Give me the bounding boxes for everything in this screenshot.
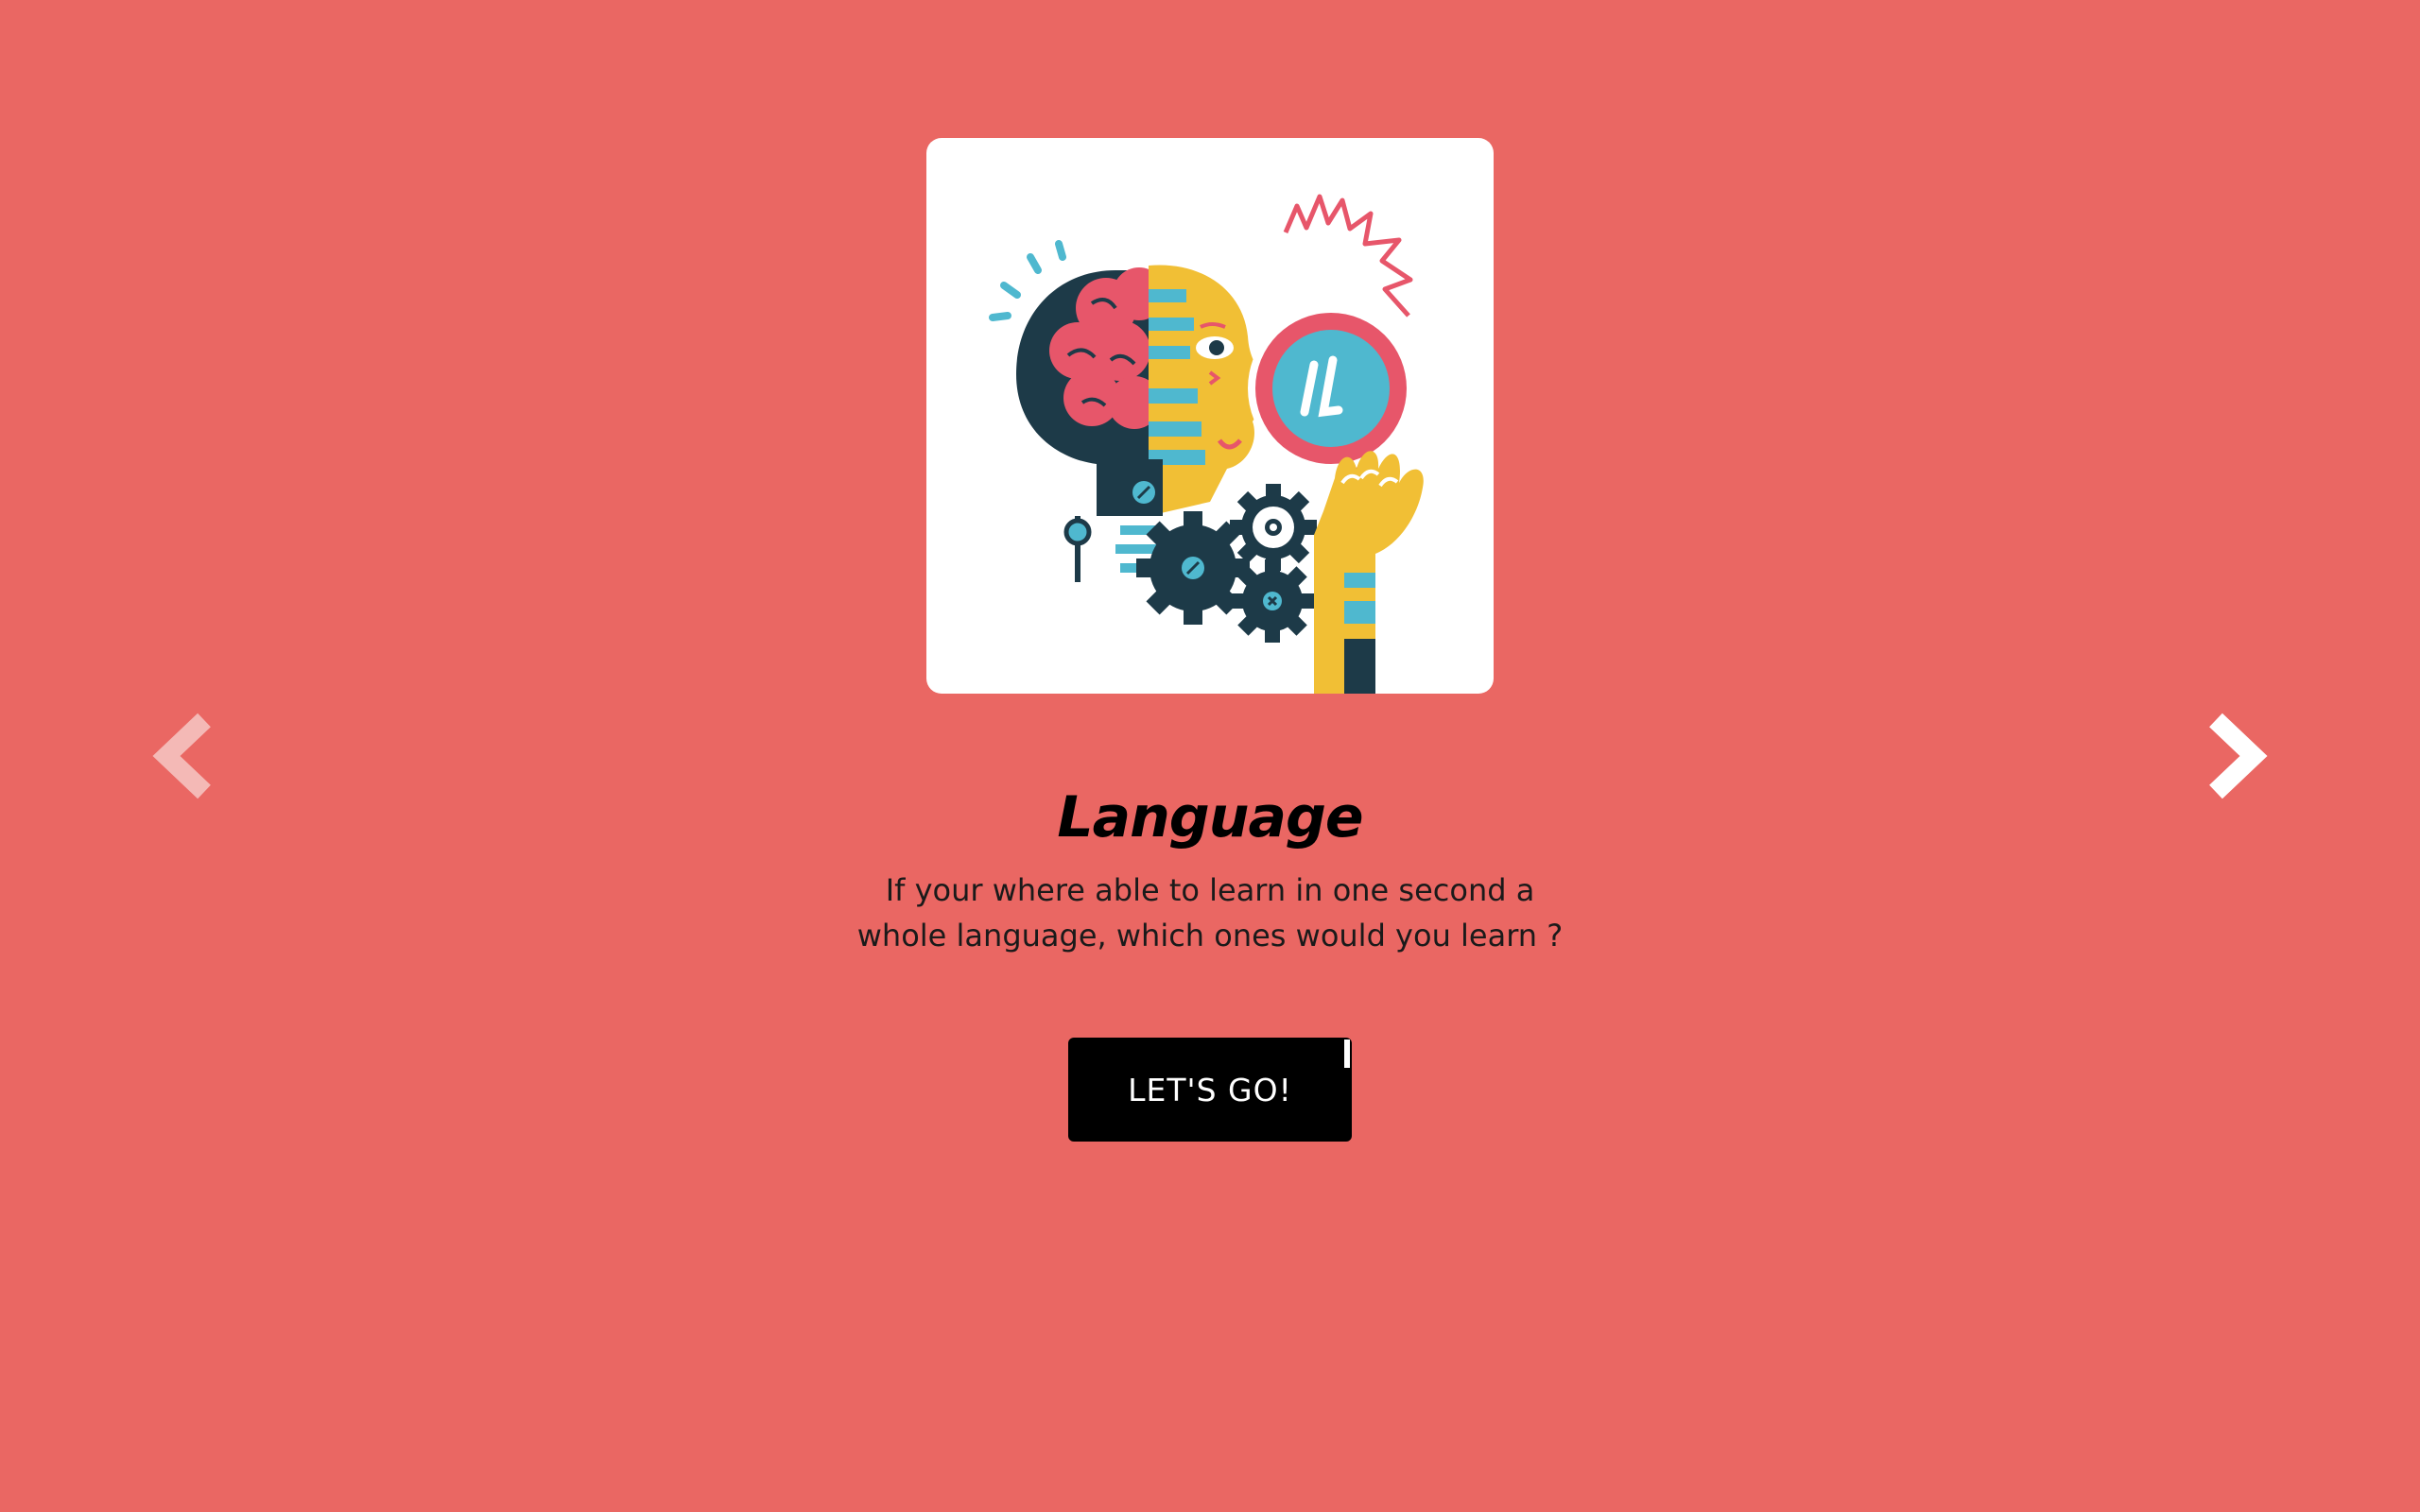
ai-brain-head-illustration-icon <box>989 194 1424 694</box>
illustration-card <box>926 138 1494 694</box>
chevron-left-icon <box>152 713 211 799</box>
description-line-2: whole language, which ones would you lea… <box>856 918 1564 954</box>
language-slide: Language If your where able to learn in … <box>0 0 2420 1512</box>
slide-description: If your where able to learn in one secon… <box>813 868 1607 958</box>
slide-title: Language <box>1057 784 1363 850</box>
lets-go-button[interactable]: LET'S GO! <box>1068 1038 1352 1142</box>
next-slide-button[interactable] <box>2204 711 2271 801</box>
prev-slide-button[interactable] <box>149 711 216 801</box>
chevron-right-icon <box>2209 713 2268 799</box>
button-highlight-mark <box>1344 1040 1350 1068</box>
description-line-1: If your where able to learn in one secon… <box>885 872 1535 908</box>
